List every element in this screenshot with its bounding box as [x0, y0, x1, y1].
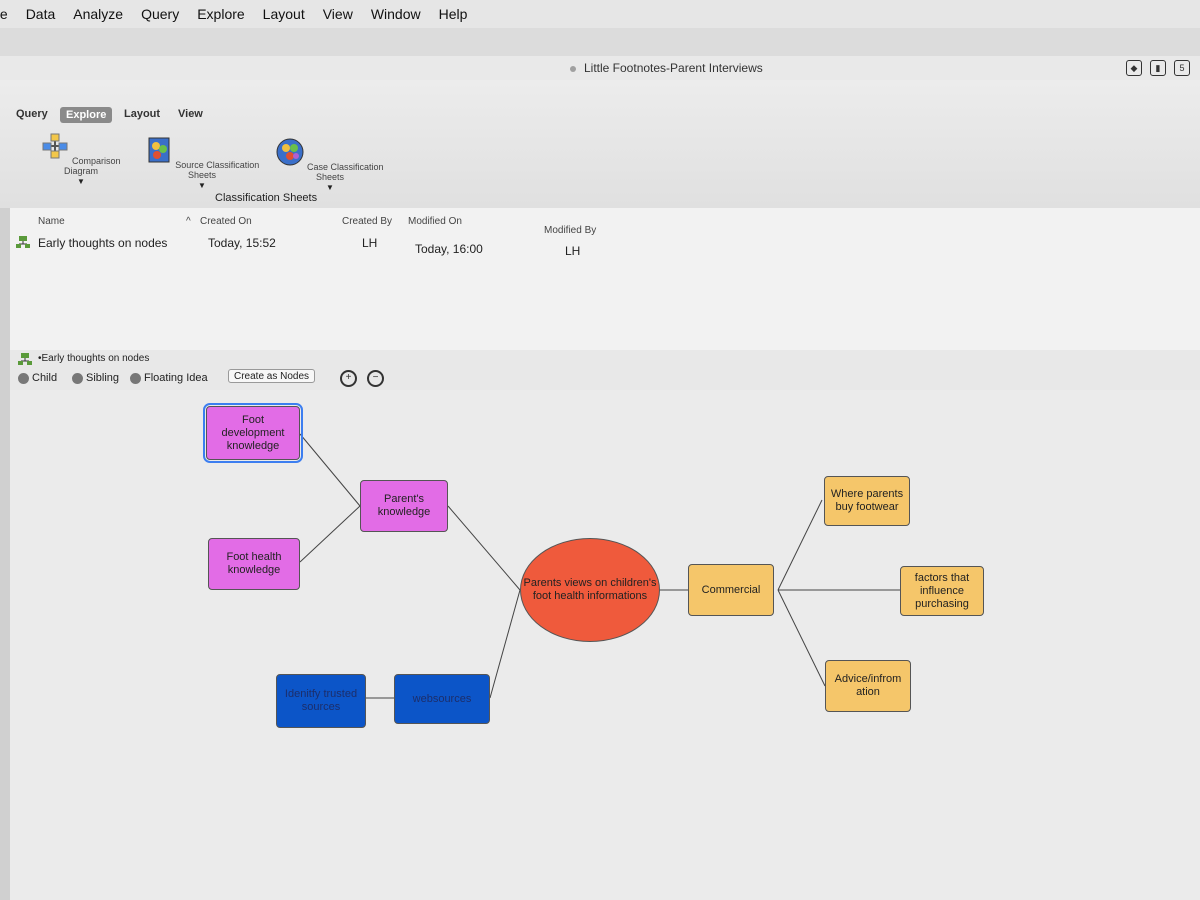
- child-icon: [18, 372, 29, 384]
- map-toolbar: •Early thoughts on nodes Child Sibling F…: [10, 350, 1200, 391]
- chevron-down-icon[interactable]: ▼: [36, 177, 126, 186]
- case-classification-sheets-button[interactable]: Case Classification Sheets ▼: [274, 138, 386, 192]
- number-five-icon[interactable]: 5: [1174, 60, 1190, 76]
- title-bar: Little Footnotes-Parent Interviews ◆ ▮ 5: [0, 56, 1200, 80]
- menu-item-explore[interactable]: Explore: [188, 6, 253, 22]
- menu-item-window[interactable]: Window: [362, 6, 430, 22]
- column-header-created-by[interactable]: Created By: [342, 216, 392, 227]
- chevron-down-icon[interactable]: ▼: [274, 183, 386, 192]
- source-classification-sheets-button[interactable]: Source Classification Sheets ▼: [142, 136, 262, 190]
- chevron-down-icon[interactable]: ▼: [142, 181, 262, 190]
- sibling-button[interactable]: Sibling: [72, 372, 119, 384]
- row-modified-by: LH: [565, 244, 581, 258]
- node-factors[interactable]: factors that influence purchasing: [900, 566, 984, 616]
- link-foot-health: [299, 505, 361, 563]
- menu-item-file[interactable]: te: [0, 6, 17, 22]
- map-title: •Early thoughts on nodes: [38, 353, 150, 364]
- comparison-diagram-icon: [42, 133, 68, 159]
- mind-map-icon: [16, 236, 30, 248]
- row-created-by: LH: [362, 236, 378, 250]
- link-advice: [777, 589, 826, 687]
- link-websources: [489, 589, 521, 699]
- tab-explore[interactable]: Explore: [60, 107, 113, 123]
- column-header-modified-on[interactable]: Modified On: [408, 216, 462, 227]
- menu-item-data[interactable]: Data: [17, 6, 65, 22]
- source-classification-icon: [148, 137, 170, 163]
- mind-map-canvas[interactable]: Foot development knowledge Parent's know…: [10, 390, 1200, 900]
- case-classification-label: Case Classification Sheets: [306, 162, 384, 182]
- zoom-out-icon[interactable]: −: [367, 370, 384, 387]
- link-parents-knowledge: [447, 505, 521, 591]
- mind-map-icon: [18, 353, 32, 365]
- zoom-in-icon[interactable]: +: [340, 370, 357, 387]
- node-central-topic[interactable]: Parents views on children's foot health …: [520, 538, 660, 642]
- child-label: Child: [32, 372, 58, 384]
- menu-item-analyze[interactable]: Analyze: [64, 6, 132, 22]
- comparison-diagram-label: Comparison Diagram: [63, 156, 121, 176]
- menu-item-layout[interactable]: Layout: [254, 6, 314, 22]
- bookmark-icon[interactable]: ▮: [1150, 60, 1166, 76]
- floating-idea-label: Floating Idea: [144, 372, 208, 384]
- ribbon: Query Explore Layout View Comparison Dia…: [0, 80, 1200, 209]
- node-trusted-sources[interactable]: Idenitfy trusted sources: [276, 674, 366, 728]
- tab-layout[interactable]: Layout: [124, 108, 160, 120]
- node-foot-health[interactable]: Foot health knowledge: [208, 538, 300, 590]
- comparison-diagram-button[interactable]: Comparison Diagram ▼: [36, 132, 126, 186]
- menu-item-view[interactable]: View: [314, 6, 362, 22]
- node-commercial[interactable]: Commercial: [688, 564, 774, 616]
- column-header-name[interactable]: Name: [38, 216, 65, 227]
- dropbox-icon[interactable]: ◆: [1126, 60, 1142, 76]
- child-button[interactable]: Child: [18, 372, 57, 384]
- case-classification-icon: [276, 138, 304, 166]
- link-foot-dev: [299, 433, 361, 507]
- sibling-label: Sibling: [86, 372, 120, 384]
- tab-view[interactable]: View: [178, 108, 203, 120]
- node-advice[interactable]: Advice/infrom ation: [825, 660, 911, 712]
- link-where-buy: [777, 499, 823, 591]
- source-classification-label: Source Classification Sheets: [175, 160, 260, 180]
- menu-item-help[interactable]: Help: [430, 6, 477, 22]
- node-foot-development[interactable]: Foot development knowledge: [203, 403, 303, 463]
- row-modified-on: Today, 16:00: [415, 242, 483, 256]
- sibling-icon: [72, 372, 83, 384]
- connector-lines: [299, 433, 900, 699]
- node-parents-knowledge[interactable]: Parent's knowledge: [360, 480, 448, 532]
- system-tray: ◆ ▮ 5: [1126, 60, 1190, 76]
- menu-bar: te Data Analyze Query Explore Layout Vie…: [0, 0, 1200, 29]
- ribbon-group-label: Classification Sheets: [215, 192, 318, 204]
- floating-idea-button[interactable]: Floating Idea: [130, 372, 208, 384]
- row-created-on: Today, 15:52: [208, 236, 276, 250]
- create-as-nodes-button[interactable]: Create as Nodes: [228, 369, 316, 383]
- node-where-buy[interactable]: Where parents buy footwear: [824, 476, 910, 526]
- column-header-created-on[interactable]: Created On: [200, 216, 252, 227]
- sort-ascending-icon[interactable]: ^: [186, 216, 191, 227]
- node-websources[interactable]: websources: [394, 674, 490, 724]
- diagram-list: Name ^ Created On Created By Modified On…: [10, 208, 1200, 351]
- window-title: Little Footnotes-Parent Interviews: [584, 61, 763, 75]
- tab-query[interactable]: Query: [16, 108, 48, 120]
- menu-item-query[interactable]: Query: [132, 6, 188, 22]
- application-window: Little Footnotes-Parent Interviews ◆ ▮ 5…: [0, 28, 1200, 900]
- floating-idea-icon: [130, 372, 141, 384]
- row-name: Early thoughts on nodes: [38, 236, 168, 250]
- document-status-icon: [570, 66, 576, 72]
- column-header-modified-by[interactable]: Modified By: [544, 225, 596, 236]
